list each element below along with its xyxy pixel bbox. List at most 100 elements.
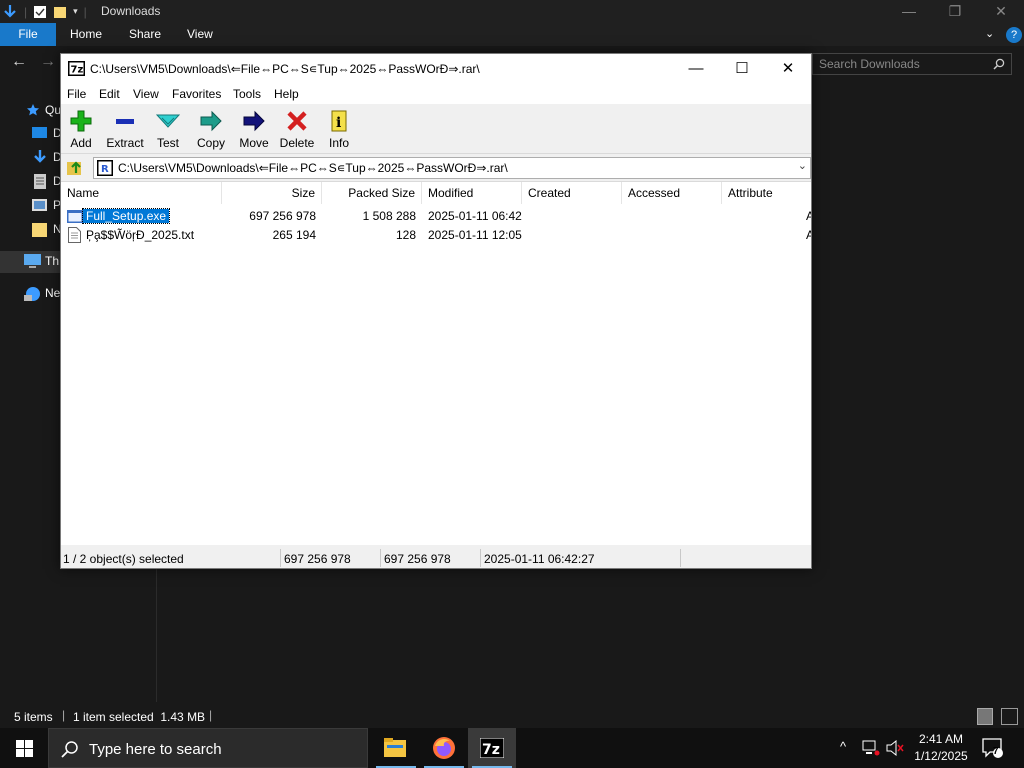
svg-text:7z: 7z <box>482 742 500 758</box>
text-file-icon <box>68 227 81 243</box>
explorer-search-input[interactable]: Search Downloads <box>812 53 1012 75</box>
7zip-title: C:\Users\VM5\Downloads\⇐File⇔PC⇔S∊Tup⇔20… <box>90 62 480 76</box>
new-folder-icon[interactable] <box>53 5 67 19</box>
close-button[interactable]: ✕ <box>978 0 1024 23</box>
file-explorer-taskbar-button[interactable] <box>372 728 420 768</box>
path-text: C:\Users\VM5\Downloads\⇐File⇔PC⇔S∊Tup⇔20… <box>118 161 508 175</box>
table-row[interactable]: P̦a̧$$W̃ör̦Đ_2025.txt 265 194 128 2025-0… <box>61 226 811 245</box>
menu-tools[interactable]: Tools <box>233 87 261 101</box>
column-header-accessed[interactable]: Accessed <box>622 182 722 204</box>
clock-time: 2:41 AM <box>918 732 964 746</box>
copy-label: Copy <box>196 136 225 150</box>
extract-button[interactable]: Extract <box>103 106 147 152</box>
properties-icon[interactable] <box>33 5 47 19</box>
move-icon <box>243 110 265 132</box>
maximize-button[interactable]: ☐ <box>719 54 765 84</box>
menu-file[interactable]: File <box>67 87 86 101</box>
column-header-attributes[interactable]: Attribute <box>722 182 811 204</box>
delete-label: Delete <box>279 136 315 150</box>
status-modified: 2025-01-11 06:42:27 <box>484 552 595 566</box>
svg-text:i: i <box>336 115 341 131</box>
item-count: 5 items <box>14 710 53 724</box>
search-icon <box>61 741 78 758</box>
delete-icon <box>287 111 307 131</box>
copy-button[interactable]: Copy <box>189 106 233 152</box>
ribbon-expand-icon[interactable]: ⌄ <box>985 23 994 46</box>
firefox-icon <box>433 737 455 759</box>
back-arrow-icon[interactable]: ← <box>11 53 27 71</box>
column-header-packed-size[interactable]: Packed Size <box>322 182 422 204</box>
selection-info: 1 item selected 1.43 MB <box>73 710 206 724</box>
file-name: Full_Setup.exe <box>81 208 171 224</box>
file-packed-size: 128 <box>395 228 416 242</box>
move-label: Move <box>239 136 269 150</box>
pictures-folder-icon <box>32 199 47 211</box>
info-label: Info <box>328 136 349 150</box>
7zip-icon: 7z <box>480 738 504 758</box>
table-row[interactable]: Full_Setup.exe 697 256 978 1 508 288 202… <box>61 207 811 226</box>
volume-muted-icon[interactable] <box>886 740 904 756</box>
desktop-folder-icon <box>32 127 47 138</box>
tab-file[interactable]: File <box>0 23 56 46</box>
menu-edit[interactable]: Edit <box>99 87 120 101</box>
details-view-icon[interactable] <box>977 708 993 725</box>
windows-start-icon[interactable] <box>16 740 33 757</box>
move-button[interactable]: Move <box>232 106 276 152</box>
tab-home[interactable]: Home <box>70 23 102 46</box>
column-header-name[interactable]: Name <box>61 182 222 204</box>
taskbar-search-box[interactable]: Type here to search <box>48 728 368 768</box>
info-button[interactable]: i Info <box>317 106 361 152</box>
menu-help[interactable]: Help <box>274 87 299 101</box>
minimize-button[interactable]: — <box>673 54 719 84</box>
firefox-taskbar-button[interactable] <box>420 728 468 768</box>
explorer-status-bar: 5 items | 1 item selected 1.43 MB | <box>0 704 1024 728</box>
file-explorer-icon <box>384 738 406 757</box>
7zip-file-manager-window: 7z C:\Users\VM5\Downloads\⇐File⇔PC⇔S∊Tup… <box>60 53 812 569</box>
chevron-down-icon[interactable]: ⌄ <box>798 159 807 172</box>
svg-text:R: R <box>101 164 109 175</box>
large-icons-view-icon[interactable] <box>1001 708 1018 725</box>
tab-share[interactable]: Share <box>129 23 161 46</box>
star-icon <box>27 104 39 116</box>
7zip-title-bar: 7z C:\Users\VM5\Downloads\⇐File⇔PC⇔S∊Tup… <box>61 54 811 84</box>
tab-view[interactable]: View <box>187 23 213 46</box>
network-icon <box>24 287 40 301</box>
delete-button[interactable]: Delete <box>275 106 319 152</box>
menu-view[interactable]: View <box>133 87 159 101</box>
forward-arrow-icon[interactable]: → <box>40 53 56 71</box>
sidebar-item-label: Th <box>45 254 60 268</box>
column-header-modified[interactable]: Modified <box>422 182 522 204</box>
quick-access-dropdown-icon[interactable]: ▾ <box>73 6 78 17</box>
restore-button[interactable]: ❐ <box>932 0 978 23</box>
taskbar: Type here to search 7z ^ 2:41 AM 1/12/20… <box>0 728 1024 768</box>
help-icon[interactable]: ? <box>1006 27 1022 43</box>
show-hidden-icons-icon[interactable]: ^ <box>840 739 846 754</box>
explorer-title: Downloads <box>101 4 161 18</box>
7zip-app-icon: 7z <box>68 61 85 76</box>
column-header-size[interactable]: Size <box>222 182 322 204</box>
ribbon-tabs: File Home Share View ⌄ ? <box>0 23 1024 46</box>
test-icon <box>156 114 180 128</box>
status-packed-size: 697 256 978 <box>384 552 451 566</box>
extract-icon <box>116 119 134 124</box>
file-attributes: A <box>806 228 811 242</box>
path-input[interactable]: R C:\Users\VM5\Downloads\⇐File⇔PC⇔S∊Tup⇔… <box>93 157 811 179</box>
info-icon: i <box>331 110 347 132</box>
add-button[interactable]: Add <box>59 106 103 152</box>
toolbar: Add Extract Test Copy Move Delete i Info <box>61 104 811 154</box>
up-folder-icon[interactable] <box>67 159 83 176</box>
taskbar-search-placeholder: Type here to search <box>89 741 222 758</box>
network-status-icon[interactable] <box>862 740 880 756</box>
download-arrow-icon[interactable] <box>2 4 18 20</box>
test-button[interactable]: Test <box>146 106 190 152</box>
menu-bar: File Edit View Favorites Tools Help <box>61 84 811 104</box>
7zip-status-bar: 1 / 2 object(s) selected 697 256 978 697… <box>61 548 811 568</box>
menu-favorites[interactable]: Favorites <box>172 87 221 101</box>
7zip-taskbar-button[interactable]: 7z <box>468 728 516 768</box>
minimize-button[interactable]: — <box>886 0 932 23</box>
svg-text:7z: 7z <box>71 65 84 76</box>
close-button[interactable]: ✕ <box>765 54 811 84</box>
system-clock[interactable]: 2:41 AM 1/12/2025 <box>912 731 970 765</box>
column-header-created[interactable]: Created <box>522 182 622 204</box>
file-name: P̦a̧$$W̃ör̦Đ_2025.txt <box>86 228 195 242</box>
